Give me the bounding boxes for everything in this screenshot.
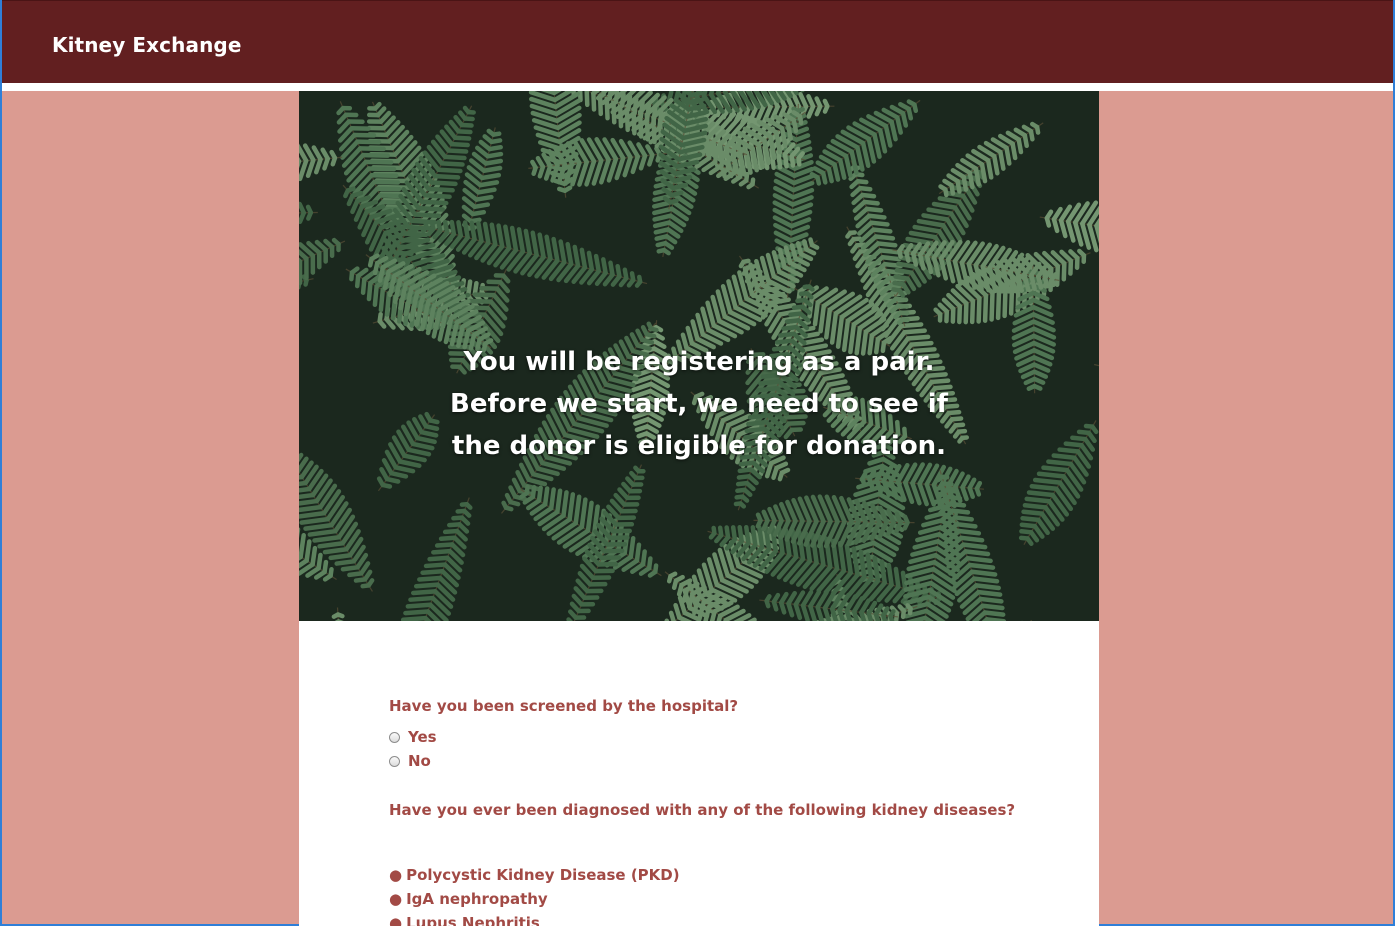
- hero-line-2: Before we start, we need to see if: [450, 389, 948, 419]
- bullet-icon: ●: [389, 866, 403, 884]
- radio-no[interactable]: [389, 755, 400, 767]
- navbar-divider: [2, 83, 1393, 91]
- radio-label-yes[interactable]: Yes: [408, 728, 437, 746]
- bullet-icon: ●: [389, 890, 403, 908]
- hero-message: You will be registering as a pair. Befor…: [299, 341, 1099, 467]
- option-no[interactable]: No: [389, 751, 431, 771]
- option-yes[interactable]: Yes: [389, 727, 437, 747]
- disease-name: IgA nephropathy: [406, 890, 548, 908]
- hero-banner: You will be registering as a pair. Befor…: [299, 91, 1099, 621]
- top-navbar: Kitney Exchange: [2, 0, 1393, 83]
- disease-name: Polycystic Kidney Disease (PKD): [406, 866, 680, 884]
- question-kidney-diseases: Have you ever been diagnosed with any of…: [389, 801, 1016, 819]
- list-item: ● Lupus Nephritis: [389, 911, 680, 926]
- list-item: ● Polycystic Kidney Disease (PKD): [389, 863, 680, 887]
- hero-line-1: You will be registering as a pair.: [463, 347, 935, 377]
- question-screened: Have you been screened by the hospital?: [389, 697, 739, 715]
- radio-yes[interactable]: [389, 731, 400, 743]
- list-item: ● IgA nephropathy: [389, 887, 680, 911]
- disease-list: ● Polycystic Kidney Disease (PKD) ● IgA ne…: [389, 863, 680, 926]
- hero-line-3: the donor is eligible for donation.: [451, 431, 947, 461]
- radio-label-no[interactable]: No: [408, 752, 431, 770]
- disease-name: Lupus Nephritis: [406, 914, 540, 926]
- registration-card: You will be registering as a pair. Befor…: [299, 91, 1099, 926]
- brand-link[interactable]: Kitney Exchange: [52, 33, 242, 57]
- bullet-icon: ●: [389, 914, 403, 926]
